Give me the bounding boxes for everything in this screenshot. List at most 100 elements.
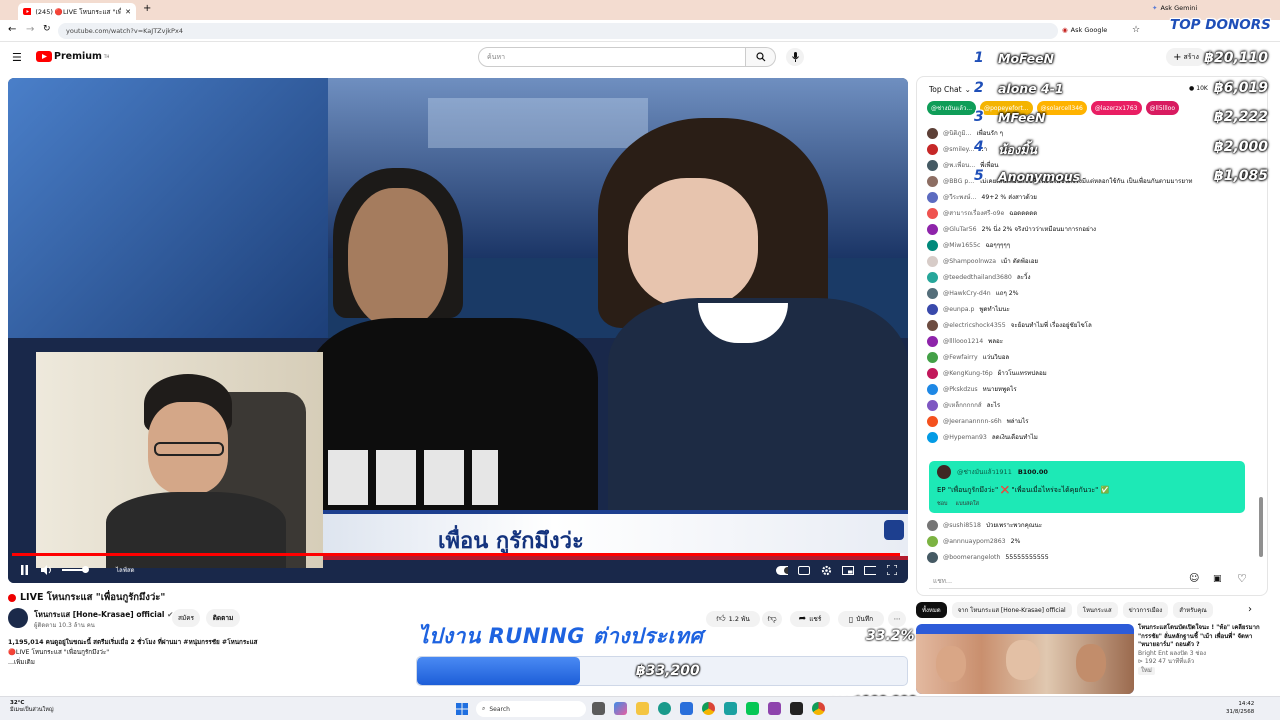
emoji-icon[interactable]: ☺ (1189, 573, 1199, 584)
chat-author[interactable]: @annnuaypom2863 (943, 538, 1006, 545)
chat-input[interactable]: แชท... (929, 573, 1199, 589)
chat-message[interactable]: @eunpa.p พูดทำไมนะ (927, 301, 1257, 317)
autoplay-toggle-icon[interactable] (776, 564, 788, 576)
tab-close-icon[interactable]: ✕ (125, 8, 131, 16)
chat-message[interactable]: @Miw1655c ฉอๆๆๆๆๆ (927, 237, 1257, 253)
edge-icon[interactable] (658, 702, 671, 715)
chat-author[interactable]: @Fewfairry (943, 354, 978, 361)
voice-search-button[interactable] (786, 48, 804, 66)
volume-icon[interactable] (40, 564, 52, 576)
chat-author[interactable]: @เหล็กกกกกส์ (943, 400, 982, 410)
chat-message[interactable]: @GluTar56 2% นิ่ง 2% จริงป่าวว่าเหมือนมาก… (927, 221, 1257, 237)
chat-author[interactable]: @Hypeman93 (943, 434, 987, 441)
dislike-button[interactable]: 👎︎ (762, 611, 782, 627)
like-button[interactable]: 👍︎ 1.2 พัน (706, 611, 760, 627)
super-chat-like[interactable]: ชอบ (937, 500, 948, 508)
bookmark-star-icon[interactable]: ☆ (1132, 25, 1140, 35)
save-button[interactable]: ▯ บันทึก (838, 611, 884, 627)
related-video-info[interactable]: โหนกระแสโดนบัตเปิดใจนะ ! "ท้อ" เคลียรมาก… (1138, 624, 1266, 675)
video-player[interactable]: เพื่อน กูรักมึงว่ะ ไลฟ์สด (8, 78, 908, 583)
url-field[interactable]: youtube.com/watch?v=KaJTZvjkPx4 (58, 23, 1058, 39)
chat-scrollbar[interactable] (1259, 497, 1263, 557)
line-icon[interactable] (746, 702, 759, 715)
chrome-active-icon[interactable] (812, 702, 825, 715)
new-tab-icon[interactable]: + (143, 3, 151, 14)
task-view-icon[interactable] (592, 702, 605, 715)
youtube-logo[interactable]: Premium TH (36, 51, 109, 62)
app-icon-1[interactable] (724, 702, 737, 715)
theater-mode-icon[interactable] (864, 564, 876, 576)
chat-message[interactable]: @เหล็กกกกกส์ ละไร (927, 397, 1257, 413)
chat-message[interactable]: @sushi8518 ป่วยเพราะพวกคุณนะ (927, 517, 1257, 533)
chat-message[interactable]: @electricshock4355 จะย้อนทำไมพี่ เรื่องอย… (927, 317, 1257, 333)
super-chat-message[interactable]: @ช่างมันแล้ว1911 B100.00 EP "เพื่อนกูรัก… (929, 461, 1245, 513)
taskbar-search[interactable]: ⌕ Search (476, 701, 586, 717)
chat-message[interactable]: @สามารถเรื่องศรี-o9e ฉอดดดดด (927, 205, 1257, 221)
chat-author[interactable]: @KengKung-t6p (943, 370, 993, 377)
description-box[interactable]: 1,195,014 คนดูอยู่ในขณะนี้ สตรีมเริ่มเมื… (8, 638, 408, 676)
app-icon-2[interactable] (768, 702, 781, 715)
chat-message[interactable]: @Jeeranannnn-s6h พล่ามไร (927, 413, 1257, 429)
video-progress-bar[interactable] (12, 553, 904, 556)
reload-icon[interactable]: ↻ (43, 24, 51, 34)
filter-chip[interactable]: โหนกระแส (1076, 602, 1118, 618)
ask-google-button[interactable]: ◉ Ask Google (1062, 26, 1107, 34)
search-button[interactable] (746, 47, 776, 67)
filter-chip[interactable]: จาก โหนกระแส [Hone-Krasae] official (951, 602, 1072, 618)
filter-chip[interactable]: สำหรับคุณ (1173, 602, 1213, 618)
windows-start-icon[interactable] (456, 703, 468, 715)
chrome-icon[interactable] (702, 702, 715, 715)
chat-author[interactable]: @Jeeranannnn-s6h (943, 418, 1002, 425)
chat-message[interactable]: @annnuaypom2863 2% (927, 533, 1257, 549)
chat-author[interactable]: @boomerangeloth (943, 554, 1000, 561)
miniplayer-icon[interactable] (842, 564, 854, 576)
weather-widget[interactable]: 32°C มีเมฆเป็นส่วนใหญ่ (10, 700, 54, 714)
chat-author[interactable]: @teededthailand3680 (943, 274, 1012, 281)
taskbar-clock[interactable]: 14:42 31/8/2568 (1226, 700, 1254, 716)
share-button[interactable]: ➦ แชร์ (790, 611, 830, 627)
chat-author[interactable]: @Miw1655c (943, 242, 980, 249)
pause-icon[interactable] (18, 564, 30, 576)
forward-icon[interactable]: → (26, 24, 34, 35)
chat-message[interactable]: @teededthailand3680 ละวิ้ง (927, 269, 1257, 285)
chat-message[interactable]: @HawkCry-d4n แถๆ 2% (927, 285, 1257, 301)
chat-message[interactable]: @llllooo1214 พลอะ (927, 333, 1257, 349)
chat-author[interactable]: @Pkskdzus (943, 386, 978, 393)
app-icon-3[interactable] (790, 702, 803, 715)
hamburger-menu-icon[interactable]: ☰ (12, 51, 22, 64)
chat-author[interactable]: @electricshock4355 (943, 322, 1006, 329)
chat-author[interactable]: @GluTar56 (943, 226, 977, 233)
chat-message[interactable]: @Fewfairry แว่นวิบอล (927, 349, 1257, 365)
chat-message[interactable]: @วีระพงษ์... 49+2 % ส่งสาวด้วย (927, 189, 1257, 205)
chat-message[interactable]: @Shampoolnwza เม้า ตัดพ้อเอย (927, 253, 1257, 269)
live-indicator[interactable]: ไลฟ์สด (116, 565, 135, 575)
browser-tab[interactable]: (245) 🔴LIVE โหนกระแส "เพื่อ... ✕ (18, 3, 136, 20)
volume-slider[interactable] (62, 566, 89, 573)
channel-avatar[interactable] (8, 608, 28, 628)
chat-author[interactable]: @HawkCry-d4n (943, 290, 991, 297)
ask-gemini-button[interactable]: ✦ Ask Gemini (1152, 4, 1197, 12)
fullscreen-icon[interactable] (886, 564, 898, 576)
chat-author[interactable]: @สามารถเรื่องศรี-o9e (943, 208, 1004, 218)
super-thanks-icon[interactable]: ▣ (1213, 574, 1222, 584)
chevron-right-icon[interactable]: › (1248, 604, 1252, 615)
file-explorer-icon[interactable] (636, 702, 649, 715)
heart-icon[interactable]: ♡ (1237, 572, 1247, 585)
chat-author[interactable]: @วีระพงษ์... (943, 192, 976, 202)
show-more-link[interactable]: ...เพิ่มเติม (8, 658, 408, 668)
chat-author[interactable]: @sushi8518 (943, 522, 981, 529)
chat-author[interactable]: @eunpa.p (943, 306, 974, 313)
subscribe-button[interactable]: ติดตาม (206, 609, 240, 627)
copilot-icon[interactable] (614, 702, 627, 715)
filter-chip[interactable]: ข่าวการเมือง (1122, 602, 1169, 618)
subtitles-icon[interactable] (798, 564, 810, 576)
chat-message[interactable]: @Pkskdzus หนายหพูดไร (927, 381, 1257, 397)
join-button[interactable]: สมัคร (172, 609, 200, 627)
back-icon[interactable]: ← (8, 24, 16, 35)
chat-message[interactable]: @Hypeman93 ลดเงินเดือนทำไม (927, 429, 1257, 445)
chat-author[interactable]: @llllooo1214 (943, 338, 983, 345)
super-chat-more[interactable]: แบบสดใส (956, 500, 980, 508)
more-actions-button[interactable]: ⋯ (888, 611, 906, 627)
store-icon[interactable] (680, 702, 693, 715)
chat-author[interactable]: @Shampoolnwza (943, 258, 996, 265)
